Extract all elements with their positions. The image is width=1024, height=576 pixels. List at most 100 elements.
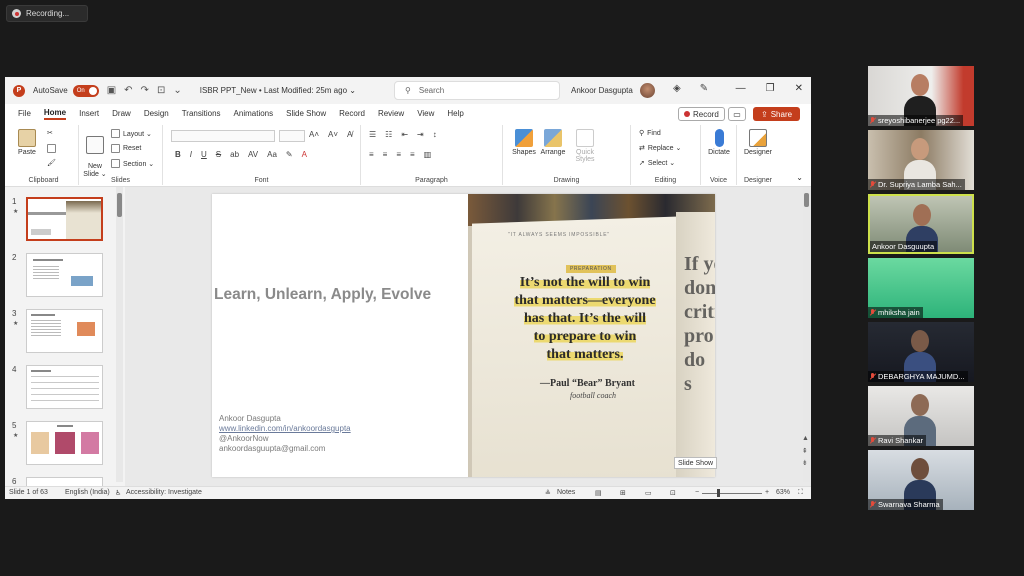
tab-slide-show[interactable]: Slide Show (286, 109, 326, 118)
cut-button[interactable]: ✂ (47, 129, 53, 137)
diamond-icon[interactable]: ◈ (673, 83, 681, 94)
highlight-icon[interactable]: ✎ (286, 150, 293, 159)
save-icon[interactable]: ▣ (107, 85, 116, 96)
close-icon[interactable]: ✕ (795, 83, 803, 94)
notes-button[interactable]: Notes (557, 489, 575, 496)
canvas-scrollbar[interactable]: ▲ ⇞ ⇟ (802, 187, 810, 482)
align-right-icon[interactable]: ≡ (396, 150, 401, 159)
record-button[interactable]: Record (678, 107, 725, 121)
tab-view[interactable]: View (417, 109, 434, 118)
zoom-slider-handle[interactable] (717, 489, 720, 497)
font-size-box[interactable] (279, 130, 305, 142)
zoom-out-icon[interactable]: − (695, 489, 699, 496)
layout-button[interactable]: Layout ⌄ (111, 129, 152, 138)
pen-icon[interactable]: ✎ (700, 83, 708, 94)
participant-tile[interactable]: Swarnava Sharma (868, 450, 974, 510)
customize-qat-icon[interactable]: ⌄ (173, 85, 181, 96)
slide-thumbnail[interactable] (26, 309, 103, 353)
increase-indent-icon[interactable]: ⇥ (417, 130, 424, 139)
select-button[interactable]: ➚ Select ⌄ (639, 159, 675, 167)
fit-slide-icon[interactable]: ⛶ (798, 489, 803, 497)
strikethrough-icon[interactable]: S (216, 150, 221, 159)
account-avatar[interactable] (640, 83, 655, 98)
shrink-font-icon[interactable]: A˅ (328, 130, 338, 139)
clear-format-icon[interactable]: A̸ (347, 130, 352, 139)
autosave-toggle[interactable]: On (72, 84, 99, 97)
normal-view-icon[interactable]: ▤ (595, 489, 602, 497)
line-spacing-icon[interactable]: ↕ (433, 130, 437, 139)
participant-tile[interactable]: Ankoor Dasguupta (868, 194, 974, 254)
shadow-icon[interactable]: ab (230, 150, 239, 159)
present-icon[interactable]: ⊡ (157, 85, 165, 96)
document-title[interactable]: ISBR PPT_New • Last Modified: 25m ago ⌄ (200, 86, 356, 95)
slide-thumbnail[interactable] (26, 421, 103, 465)
accessibility-status[interactable]: Accessibility: Investigate (126, 489, 202, 496)
thumbnails-scrollbar[interactable] (116, 187, 123, 482)
italic-icon[interactable]: I (190, 150, 192, 159)
scroll-up-icon[interactable]: ▲ (802, 435, 809, 442)
tab-home[interactable]: Home (43, 108, 67, 120)
slide-title[interactable]: Learn, Unlearn, Apply, Evolve (214, 286, 474, 304)
slide-thumbnail[interactable] (26, 197, 103, 241)
align-left-icon[interactable]: ≡ (369, 150, 374, 159)
participant-tile[interactable]: Dr. Supriya Lamba Sah... (868, 130, 974, 190)
underline-icon[interactable]: U (201, 150, 207, 159)
prev-slide-icon[interactable]: ⇞ (802, 447, 808, 455)
find-button[interactable]: ⚲ Find (639, 129, 661, 138)
reset-button[interactable]: Reset (111, 144, 141, 153)
slide-sorter-icon[interactable]: ⊞ (620, 489, 626, 497)
undo-icon[interactable]: ↶ (124, 85, 132, 96)
align-center-icon[interactable]: ≡ (383, 150, 388, 159)
comments-button[interactable]: ▭ (728, 107, 746, 121)
language-indicator[interactable]: English (India) (65, 489, 110, 496)
redo-icon[interactable]: ↷ (141, 85, 149, 96)
quick-styles-button[interactable]: Quick Styles (571, 129, 599, 163)
justify-icon[interactable]: ≡ (410, 150, 415, 159)
numbering-icon[interactable]: ☷ (385, 130, 392, 139)
thumbnails-scroll-handle[interactable] (117, 193, 122, 217)
format-painter-button[interactable]: 🖌 (47, 159, 56, 167)
slideshow-view-icon[interactable]: ⊡ (670, 489, 676, 497)
bold-icon[interactable]: B (175, 150, 181, 159)
shapes-button[interactable]: Shapes (511, 129, 537, 156)
participant-tile[interactable]: sreyoshibanerjee pg22... (868, 66, 974, 126)
tab-animations[interactable]: Animations (234, 109, 274, 118)
reading-view-icon[interactable]: ▭ (645, 489, 652, 497)
copy-button[interactable] (47, 144, 56, 153)
share-button[interactable]: ⇪ Share (753, 107, 801, 121)
linkedin-link[interactable]: www.linkedin.com/in/ankoordasgupta (219, 424, 351, 434)
zoom-level[interactable]: 63% (776, 489, 790, 496)
tab-file[interactable]: File (18, 109, 31, 118)
recording-indicator[interactable]: Recording... (6, 5, 88, 22)
tab-review[interactable]: Review (378, 109, 404, 118)
case-icon[interactable]: Aa (267, 150, 277, 159)
paste-button[interactable]: Paste (15, 129, 39, 156)
tab-transitions[interactable]: Transitions (182, 109, 221, 118)
spacing-icon[interactable]: AV (248, 150, 258, 159)
tab-insert[interactable]: Insert (79, 109, 99, 118)
participant-tile[interactable]: DEBARGHYA MAJUMD... (868, 322, 974, 382)
dictate-button[interactable]: Dictate (705, 129, 733, 156)
new-slide-button[interactable]: New Slide ⌄ (83, 129, 107, 178)
slide-thumbnail-row[interactable]: 1 ★ (5, 197, 115, 243)
collapse-ribbon-icon[interactable]: ⌄ (796, 173, 803, 182)
next-slide-icon[interactable]: ⇟ (802, 459, 808, 467)
participant-tile[interactable]: Ravi Shankar (868, 386, 974, 446)
tab-design[interactable]: Design (144, 109, 169, 118)
arrange-button[interactable]: Arrange (539, 129, 567, 156)
slide-thumbnail-row[interactable]: 3 ★ (5, 309, 115, 355)
section-button[interactable]: Section ⌄ (111, 159, 154, 168)
zoom-slider[interactable] (702, 493, 762, 494)
tab-record[interactable]: Record (339, 109, 365, 118)
slide-thumbnail-row[interactable]: 5 ★ (5, 421, 115, 467)
tab-draw[interactable]: Draw (112, 109, 131, 118)
font-color-icon[interactable]: A (302, 150, 307, 159)
slide-thumbnail-row[interactable]: 4 (5, 365, 115, 411)
bullets-icon[interactable]: ☰ (369, 130, 376, 139)
designer-button[interactable]: Designer (741, 129, 775, 156)
slide-thumbnails-pane[interactable]: 1 ★ 2 3 ★ 4 5 ★ 6 (5, 187, 125, 499)
minimize-icon[interactable]: — (736, 83, 746, 94)
tab-help[interactable]: Help (447, 109, 463, 118)
participant-tile[interactable]: mhiksha jain (868, 258, 974, 318)
canvas-scroll-handle[interactable] (804, 193, 809, 207)
